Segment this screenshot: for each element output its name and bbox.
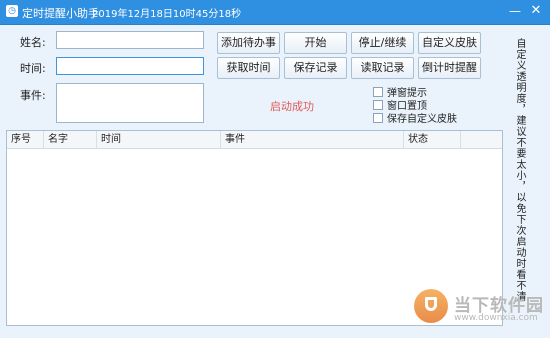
watermark-url: www.downxia.com [454,313,538,323]
always-on-top-checkbox[interactable]: 窗口置顶 [373,97,427,112]
event-textarea[interactable] [56,83,204,123]
start-button[interactable]: 开始 [284,32,347,54]
read-record-button[interactable]: 读取记录 [351,57,414,79]
transparency-hint: 自定义透明度，建议不要太小，以免下次启动时看不清 [514,38,525,302]
checkbox-label: 保存自定义皮肤 [387,114,457,125]
time-input[interactable] [56,57,204,75]
name-label: 姓名: [20,36,46,49]
column-header-status[interactable]: 状态 [404,131,461,148]
status-message: 启动成功 [270,100,314,113]
countdown-button[interactable]: 倒计时提醒 [418,57,481,79]
column-header-time[interactable]: 时间 [97,131,221,148]
popup-hint-checkbox[interactable]: 弹窗提示 [373,84,427,99]
checkbox-box[interactable] [373,86,383,97]
column-header-index[interactable]: 序号 [7,131,44,148]
close-button[interactable]: ✕ [526,2,546,20]
save-custom-skin-checkbox[interactable]: 保存自定义皮肤 [373,110,457,125]
time-label: 时间: [20,62,46,75]
checkbox-box[interactable] [373,112,383,123]
save-record-button[interactable]: 保存记录 [284,57,347,79]
add-todo-button[interactable]: 添加待办事项 [217,32,280,69]
window-title: 定时提醒小助手 [22,7,99,20]
checkbox-box[interactable] [373,99,383,110]
watermark: 当下软件园 www.downxia.com [414,289,544,329]
event-label: 事件: [20,89,46,102]
clock-icon: ◷ [6,5,18,17]
current-datetime: 2019年12月18日10时45分18秒 [92,9,242,20]
name-input[interactable] [56,31,204,49]
stop-continue-button[interactable]: 停止/继续 [351,32,414,54]
get-time-button[interactable]: 获取时间 [217,57,280,79]
title-bar: ◷ 定时提醒小助手 2019年12月18日10时45分18秒 — ✕ [0,0,550,25]
downxia-logo-icon [414,289,448,323]
column-header-event[interactable]: 事件 [221,131,404,148]
custom-skin-button[interactable]: 自定义皮肤 [418,32,481,54]
table-header: 序号 名字 时间 事件 状态 [7,131,502,149]
column-header-name[interactable]: 名字 [44,131,97,148]
minimize-button[interactable]: — [505,2,525,20]
